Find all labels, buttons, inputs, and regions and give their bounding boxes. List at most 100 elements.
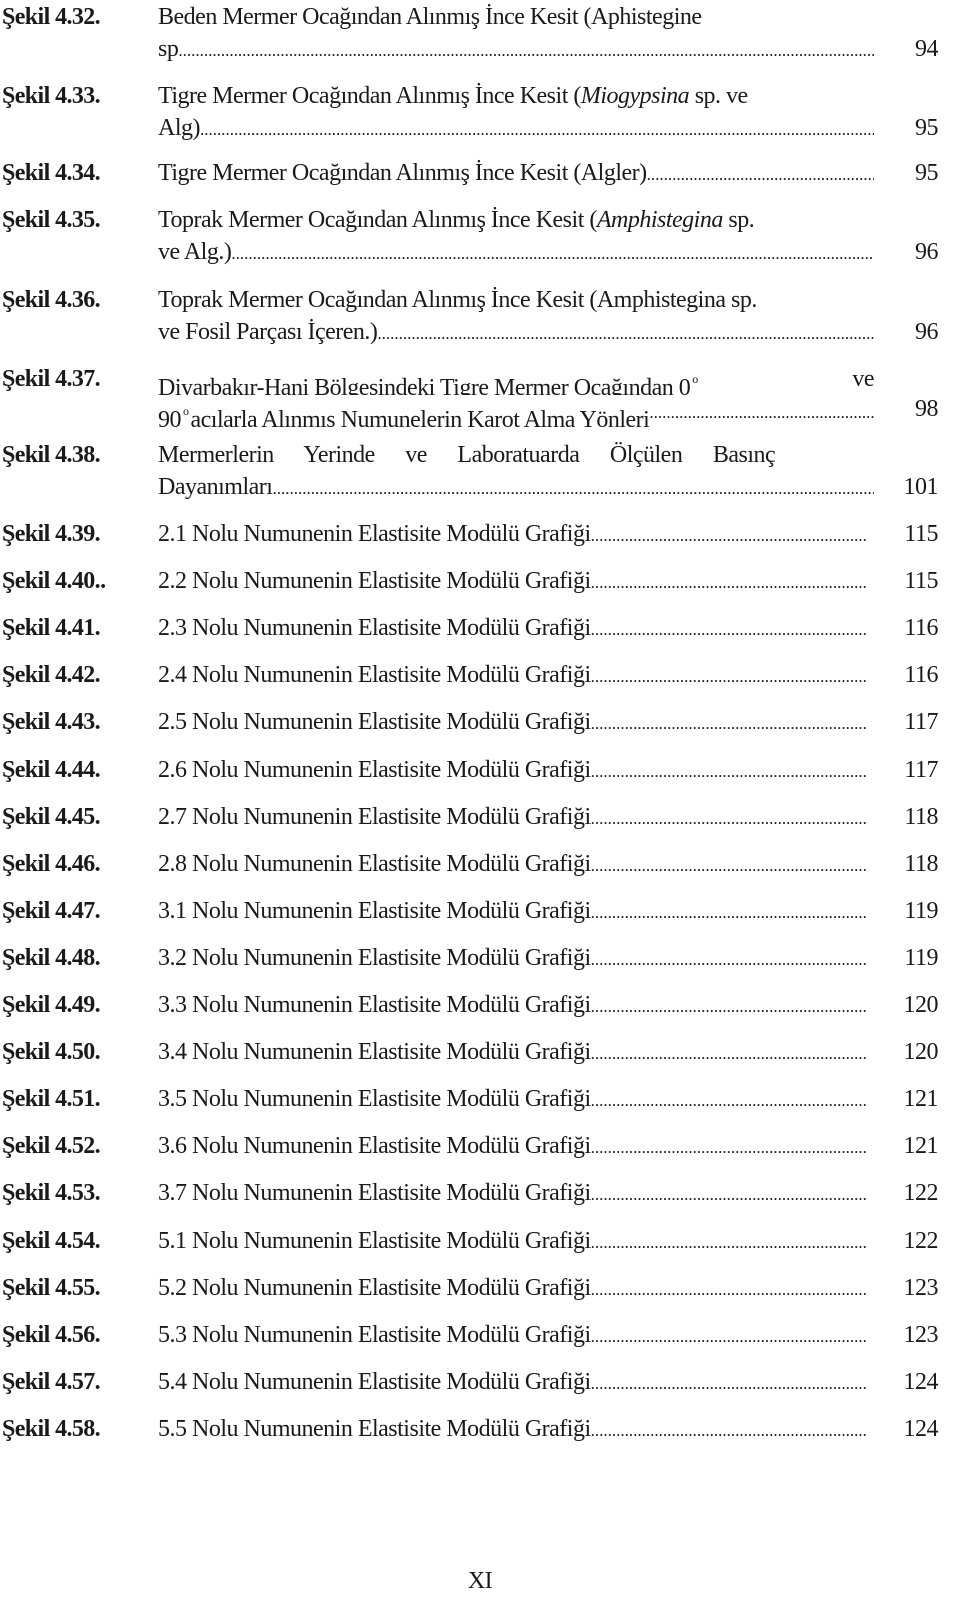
entry-title: 3.2 Nolu Numunenin Elastisite Modülü Gra… — [158, 942, 868, 974]
footer-page-number: XI — [467, 1568, 493, 1594]
entry-title: 2.1 Nolu Numunenin Elastisite Modülü Gra… — [158, 518, 868, 550]
dot-leader — [591, 1319, 868, 1351]
page-number: 124 — [903, 1416, 939, 1442]
figure-label: Şekil 4.36. — [2, 287, 101, 313]
dot-leader — [591, 1413, 868, 1445]
entry-title: 2.3 Nolu Numunenin Elastisite Modülü Gra… — [158, 612, 868, 644]
page-number: 96 — [915, 239, 939, 265]
page-number: 98 — [915, 396, 939, 422]
page-number: 121 — [903, 1086, 939, 1112]
dot-leader — [591, 895, 868, 927]
figure-label: Şekil 4.38. — [2, 442, 101, 468]
entry-title: 2.8 Nolu Numunenin Elastisite Modülü Gra… — [158, 848, 868, 880]
entry-title-line2: Dayanımları — [158, 471, 874, 503]
page-number: 118 — [904, 851, 938, 877]
entry-title-line1: Diyarbakır-Hani Bölgesindeki Tigre Merme… — [158, 366, 874, 395]
figure-label: Şekil 4.48. — [2, 945, 101, 971]
page-number: 120 — [903, 992, 939, 1018]
figure-label: Şekil 4.55. — [2, 1275, 101, 1301]
degree-symbol: o — [692, 372, 698, 386]
entry-title-line2: ve Alg.) — [158, 236, 874, 268]
entry-title-line2: ve Fosil Parçası İçeren.) — [158, 316, 874, 348]
entry-title: 5.3 Nolu Numunenin Elastisite Modülü Gra… — [158, 1319, 868, 1351]
figure-label: Şekil 4.32. — [2, 4, 101, 30]
entry-title-line1: Toprak Mermer Ocağından Alınmış İnce Kes… — [158, 207, 755, 233]
dot-leader — [272, 471, 874, 503]
entry-title: 5.5 Nolu Numunenin Elastisite Modülü Gra… — [158, 1413, 868, 1445]
figure-label: Şekil 4.53. — [2, 1180, 101, 1206]
dot-leader — [591, 1272, 868, 1304]
entry-title-line2: 90 oaçılarla Alınmış Numunelerin Karot Al… — [158, 395, 874, 427]
page-number: 96 — [915, 319, 939, 345]
page-number: 117 — [904, 757, 938, 783]
figure-label: Şekil 4.50. — [2, 1039, 101, 1065]
figure-label: Şekil 4.46. — [2, 851, 101, 877]
entry-title: 2.4 Nolu Numunenin Elastisite Modülü Gra… — [158, 659, 868, 691]
page-number: 122 — [903, 1180, 939, 1206]
entry-title: 3.5 Nolu Numunenin Elastisite Modülü Gra… — [158, 1083, 868, 1115]
entry-title: 2.7 Nolu Numunenin Elastisite Modülü Gra… — [158, 801, 868, 833]
page-number: 124 — [903, 1369, 939, 1395]
entry-title: 2.2 Nolu Numunenin Elastisite Modülü Gra… — [158, 565, 868, 597]
dot-leader — [231, 236, 874, 268]
entry-title-line2: Alg) — [158, 112, 874, 144]
figure-label: Şekil 4.42. — [2, 662, 101, 688]
entry-title-line2: sp — [158, 33, 874, 65]
dot-leader — [591, 565, 868, 597]
entry-title: 3.3 Nolu Numunenin Elastisite Modülü Gra… — [158, 989, 868, 1021]
dot-leader — [591, 848, 868, 880]
page-number: 119 — [904, 945, 938, 971]
page-number: 123 — [903, 1322, 939, 1348]
dot-leader — [591, 1225, 868, 1257]
figure-label: Şekil 4.33. — [2, 83, 101, 109]
entry-title: 2.6 Nolu Numunenin Elastisite Modülü Gra… — [158, 754, 868, 786]
figure-label: Şekil 4.35. — [2, 207, 101, 233]
page-number: 116 — [904, 615, 938, 641]
figure-label: Şekil 4.37. — [2, 366, 101, 392]
dot-leader — [200, 112, 874, 144]
entry-title: 3.7 Nolu Numunenin Elastisite Modülü Gra… — [158, 1177, 868, 1209]
dot-leader — [377, 316, 874, 348]
figure-label: Şekil 4.54. — [2, 1228, 101, 1254]
dot-leader — [591, 706, 868, 738]
entry-title-line1: Tigre Mermer Ocağından Alınmış İnce Kesi… — [158, 157, 874, 189]
dot-leader — [591, 989, 868, 1021]
dot-leader — [591, 1036, 868, 1068]
figure-label: Şekil 4.45. — [2, 804, 101, 830]
dot-leader — [591, 612, 868, 644]
page-number: 123 — [903, 1275, 939, 1301]
figure-label: Şekil 4.49. — [2, 992, 101, 1018]
dot-leader — [649, 395, 874, 427]
entry-title-line1: Mermerlerin Yerinde ve Laboratuarda Ölçü… — [158, 442, 776, 468]
page-number: 115 — [904, 521, 938, 547]
dot-leader — [647, 157, 874, 189]
page-number: 117 — [904, 709, 938, 735]
dot-leader — [591, 942, 868, 974]
dot-leader — [178, 33, 874, 65]
figure-label: Şekil 4.43. — [2, 709, 101, 735]
dot-leader — [591, 659, 868, 691]
dot-leader — [591, 1130, 868, 1162]
page-number: 122 — [903, 1228, 939, 1254]
figure-label: Şekil 4.47. — [2, 898, 101, 924]
figure-label: Şekil 4.44. — [2, 757, 101, 783]
page-number: 121 — [903, 1133, 939, 1159]
page-number: 116 — [904, 662, 938, 688]
figure-label: Şekil 4.40.. — [2, 568, 106, 594]
page-number: 95 — [915, 115, 939, 141]
figure-label: Şekil 4.41. — [2, 615, 101, 641]
entry-title: 5.2 Nolu Numunenin Elastisite Modülü Gra… — [158, 1272, 868, 1304]
page-number: 119 — [904, 898, 938, 924]
dot-leader — [591, 1177, 868, 1209]
page-number: 120 — [903, 1039, 939, 1065]
figure-label: Şekil 4.58. — [2, 1416, 101, 1442]
entry-title: 3.4 Nolu Numunenin Elastisite Modülü Gra… — [158, 1036, 868, 1068]
entry-title-line1: Tigre Mermer Ocağından Alınmış İnce Kesi… — [158, 83, 748, 109]
page-number: 101 — [903, 474, 939, 500]
figure-label: Şekil 4.51. — [2, 1086, 101, 1112]
entry-title: 5.1 Nolu Numunenin Elastisite Modülü Gra… — [158, 1225, 868, 1257]
page-number: 95 — [915, 160, 939, 186]
page-number: 94 — [915, 36, 939, 62]
page-number: 118 — [904, 804, 938, 830]
figure-label: Şekil 4.34. — [2, 160, 101, 186]
